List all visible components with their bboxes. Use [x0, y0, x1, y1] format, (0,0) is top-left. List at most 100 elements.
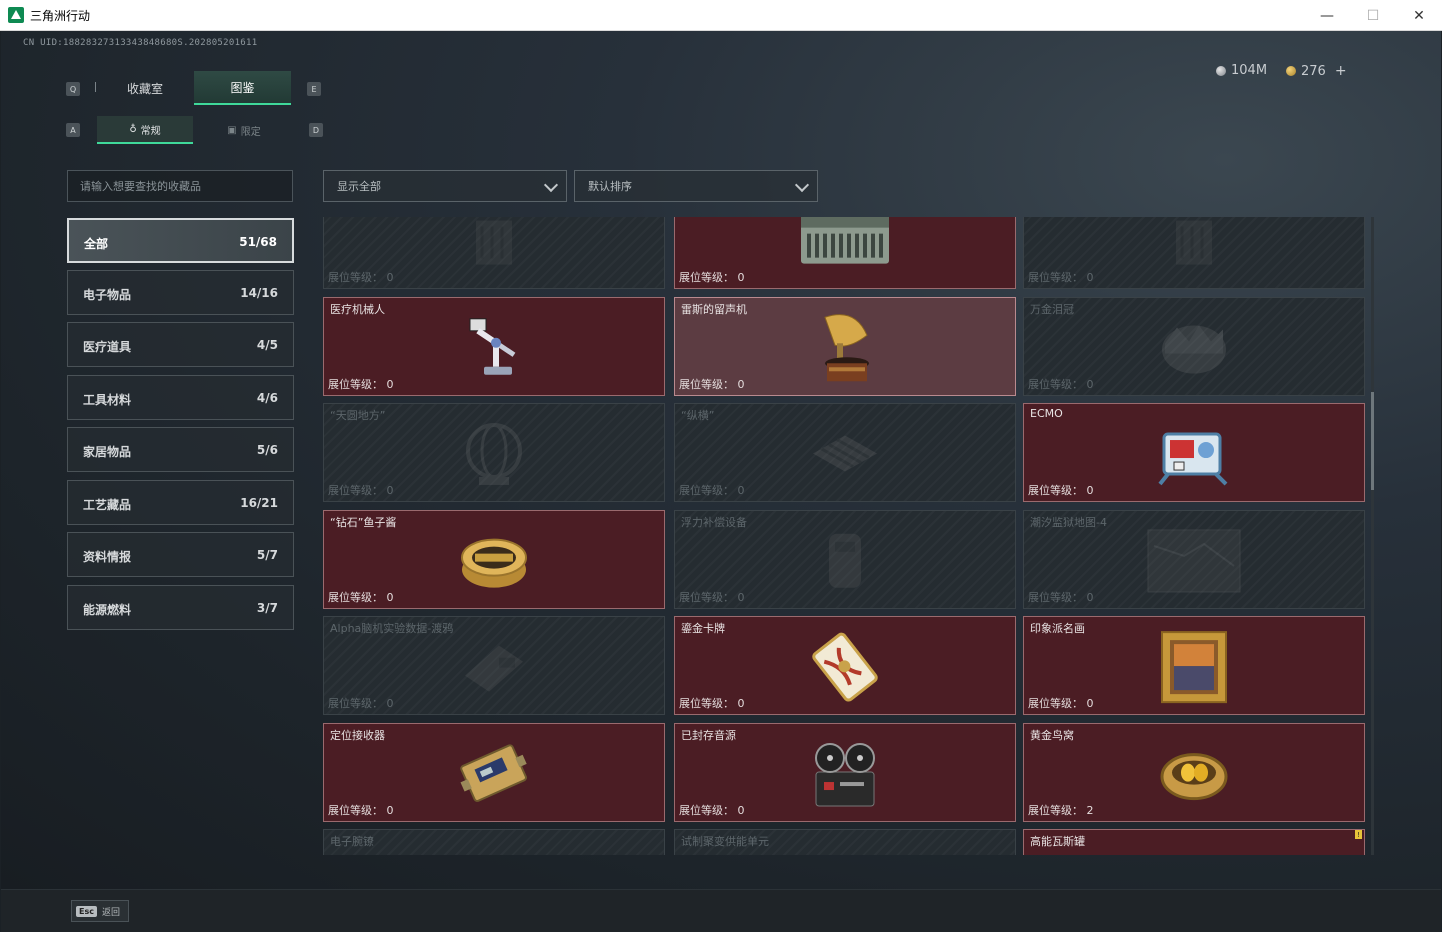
back-button[interactable]: Esc 返回: [71, 900, 129, 922]
tab-divider: [95, 82, 96, 92]
collection-card[interactable]: 高能瓦斯罐!: [1023, 829, 1365, 855]
minimize-button[interactable]: —: [1304, 0, 1350, 31]
card-level: 展位等级： 0: [1028, 591, 1094, 604]
card-name: 电子腕镣: [330, 835, 374, 848]
category-count: 3/7: [256, 601, 278, 615]
card-level: 展位等级： 0: [679, 378, 745, 391]
category-medical[interactable]: 医疗道具 4/5: [67, 322, 294, 367]
card-level: 展位等级： 0: [679, 484, 745, 497]
key-hint-next-subtab: D: [309, 123, 323, 137]
golden-nest-icon: [1158, 742, 1230, 808]
reel-recorder-icon: [810, 738, 880, 814]
card-name: 潮汐监狱地图-4: [1030, 516, 1107, 529]
category-electronics[interactable]: 电子物品 14/16: [67, 270, 294, 315]
add-currency-button[interactable]: +: [1335, 63, 1347, 79]
card-level: 展位等级： 0: [1028, 378, 1094, 391]
collection-card[interactable]: “钻石”鱼子酱 展位等级： 0: [323, 510, 665, 609]
card-name: 鎏金卡牌: [681, 622, 725, 635]
card-name: 已封存音源: [681, 729, 736, 742]
collection-card[interactable]: 雷斯的留声机 展位等级： 0: [674, 297, 1016, 396]
category-tools[interactable]: 工具材料 4/6: [67, 375, 294, 420]
alert-badge: !: [1355, 830, 1362, 839]
category-crafts[interactable]: 工艺藏品 16/21: [67, 480, 294, 525]
collection-card[interactable]: 展位等级： 0: [323, 217, 665, 289]
subtab-regular-label: 常规: [140, 125, 161, 137]
ecmo-machine-icon: [1154, 418, 1234, 494]
category-name: 能源燃料: [83, 603, 132, 617]
tab-codex[interactable]: 图鉴: [194, 71, 291, 105]
collection-card[interactable]: 印象派名画展位等级： 0: [1023, 616, 1365, 715]
filter-dropdown[interactable]: 显示全部: [323, 170, 567, 202]
collection-card[interactable]: 试制聚变供能单元: [674, 829, 1016, 855]
card-name: 印象派名画: [1030, 622, 1085, 635]
gps-receiver-icon: [456, 738, 532, 814]
collection-card[interactable]: 医疗机械人 展位等级： 0: [323, 297, 665, 396]
card-level: 展位等级： 0: [679, 804, 745, 817]
collection-card[interactable]: 鎏金卡牌 展位等级： 0: [674, 616, 1016, 715]
sort-selected: 默认排序: [588, 180, 632, 193]
subtab-limited[interactable]: ▣ 限定: [196, 116, 292, 144]
card-level: 展位等级： 2: [1028, 804, 1094, 817]
key-hint-prev-tab: Q: [66, 82, 80, 96]
collection-card[interactable]: 已封存音源展位等级： 0: [674, 723, 1016, 822]
close-button[interactable]: ✕: [1396, 0, 1442, 31]
card-level: 展位等级： 0: [1028, 271, 1094, 284]
category-household[interactable]: 家居物品 5/6: [67, 427, 294, 472]
locked-item-icon: [464, 217, 524, 274]
category-all[interactable]: 全部 51/68: [67, 218, 294, 263]
scrollbar-thumb[interactable]: [1371, 392, 1374, 490]
category-intel[interactable]: 资料情报 5/7: [67, 532, 294, 577]
card-name: “钻石”鱼子酱: [330, 516, 397, 529]
collection-card[interactable]: 展位等级： 0: [674, 217, 1016, 289]
card-level: 展位等级： 0: [328, 484, 394, 497]
maximize-button[interactable]: ☐: [1350, 0, 1396, 31]
crown-icon: [1159, 317, 1229, 381]
collection-card[interactable]: 潮汐监狱地图-4 展位等级： 0: [1023, 510, 1365, 609]
tab-collection-room[interactable]: 收藏室: [97, 71, 193, 105]
card-name: 雷斯的留声机: [681, 303, 747, 316]
category-name: 工艺藏品: [83, 498, 132, 512]
search-input[interactable]: 请输入想要查找的收藏品: [67, 170, 293, 202]
collection-card[interactable]: “天圆地方” 展位等级： 0: [323, 403, 665, 502]
caviar-tin-icon: [459, 529, 529, 595]
collection-card[interactable]: “纵横” 展位等级： 0: [674, 403, 1016, 502]
collection-card[interactable]: 万金泪冠 展位等级： 0: [1023, 297, 1365, 396]
category-name: 家居物品: [83, 445, 132, 459]
collection-card[interactable]: 浮力补偿设备 展位等级： 0: [674, 510, 1016, 609]
category-count: 51/68: [239, 235, 277, 249]
sort-dropdown[interactable]: 默认排序: [574, 170, 818, 202]
card-level: 展位等级： 0: [328, 378, 394, 391]
limited-icon: ▣: [227, 124, 237, 136]
locked-item-icon: [1164, 217, 1224, 274]
subtab-regular[interactable]: ♁ 常规: [97, 116, 193, 144]
gold-currency[interactable]: 276 +: [1286, 63, 1347, 79]
chessboard-icon: [809, 423, 881, 487]
collection-card[interactable]: 电子腕镣: [323, 829, 665, 855]
window-titlebar: 三角洲行动 — ☐ ✕: [0, 0, 1442, 31]
category-count: 4/6: [256, 391, 278, 405]
category-count: 14/16: [240, 286, 278, 300]
card-level: 展位等级： 0: [1028, 697, 1094, 710]
card-name: “纵横”: [681, 409, 715, 422]
gold-coin-icon: [1286, 66, 1296, 76]
medical-robot-icon: [466, 314, 522, 384]
category-name: 医疗道具: [83, 340, 132, 354]
regular-icon: ♁: [129, 123, 137, 135]
card-level: 展位等级： 0: [328, 591, 394, 604]
card-name: Alpha脑机实验数据-渡鸦: [330, 622, 454, 635]
app-logo-icon: [8, 7, 24, 23]
collection-card[interactable]: Alpha脑机实验数据-渡鸦 展位等级： 0: [323, 616, 665, 715]
collection-card[interactable]: 黄金鸟窝 展位等级： 2: [1023, 723, 1365, 822]
card-name: 浮力补偿设备: [681, 516, 747, 529]
card-level: 展位等级： 0: [679, 271, 745, 284]
footer-bar: [1, 889, 1441, 932]
category-fuel[interactable]: 能源燃料 3/7: [67, 585, 294, 630]
collection-card[interactable]: ECMO 展位等级： 0: [1023, 403, 1365, 502]
category-name: 电子物品: [83, 288, 132, 302]
silver-currency: 104M: [1216, 63, 1267, 78]
collection-card[interactable]: 定位接收器 展位等级： 0: [323, 723, 665, 822]
collection-card[interactable]: 展位等级： 0: [1023, 217, 1365, 289]
category-count: 5/6: [256, 443, 278, 457]
painting-icon: [1160, 630, 1228, 708]
scrollbar-track[interactable]: [1371, 217, 1374, 855]
